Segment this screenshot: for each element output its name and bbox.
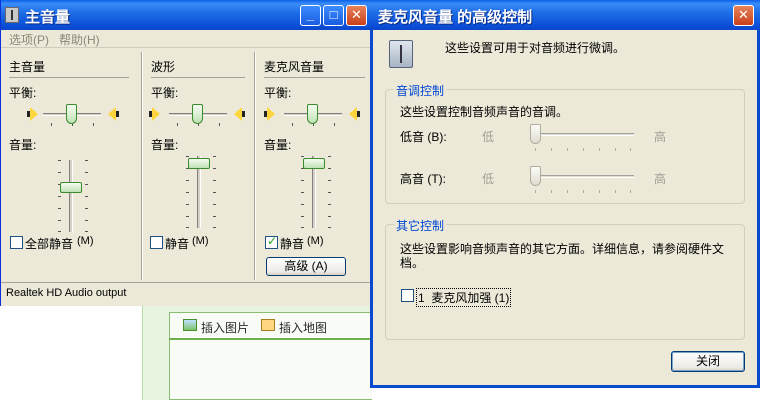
mute-checkbox[interactable] — [265, 234, 278, 249]
volume-thumb[interactable] — [188, 158, 210, 169]
treble-high-label: 高 — [654, 172, 667, 186]
status-bar: Realtek HD Audio output — [1, 282, 372, 304]
mic-boost-checkbox[interactable] — [401, 289, 414, 302]
treble-slider[interactable] — [526, 166, 636, 194]
left-speaker-icon — [264, 107, 276, 121]
dialog-close-icon[interactable]: ✕ — [733, 5, 754, 26]
volume-thumb[interactable] — [60, 182, 82, 193]
menu-bar: 选项(P) 帮助(H) — [1, 30, 372, 48]
balance-thumb[interactable] — [66, 104, 77, 124]
wave-column: 波形 平衡: 音量: 静音 (M) — [143, 52, 253, 278]
balance-label: 平衡: — [151, 86, 179, 100]
dialog-title: 麦克风音量 的高级控制 — [378, 9, 533, 26]
bass-thumb[interactable] — [530, 124, 541, 144]
group-title: 其它控制 — [394, 217, 447, 234]
mute-all-label: 全部静音 — [25, 237, 74, 251]
balance-thumb[interactable] — [307, 104, 318, 124]
mic-boost-label[interactable]: 1 麦克风加强 (1) — [416, 288, 512, 307]
status-text: Realtek HD Audio output — [6, 287, 127, 299]
balance-thumb[interactable] — [192, 104, 203, 124]
column-header: 麦克风音量 — [264, 60, 325, 74]
other-description-line2: 档。 — [400, 256, 425, 270]
background-window: 插入图片 插入地图 — [0, 306, 372, 400]
balance-label: 平衡: — [9, 86, 37, 100]
bass-slider[interactable] — [526, 124, 636, 152]
dialog-description: 这些设置可用于对音频进行微调。 — [445, 41, 626, 55]
right-speaker-icon — [348, 107, 360, 121]
toolbar-separator — [169, 338, 372, 340]
balance-slider[interactable] — [27, 104, 119, 126]
bass-low-label: 低 — [482, 130, 495, 144]
other-description-line1: 这些设置影响音频声音的其它方面。详细信息，请参阅硬件文 — [400, 242, 725, 256]
insert-image-button[interactable]: 插入图片 — [201, 319, 249, 336]
divider — [9, 77, 129, 78]
mute-all-checkbox[interactable] — [10, 236, 23, 249]
advanced-controls-dialog: 麦克风音量 的高级控制 ✕ 这些设置可用于对音频进行微调。 音调控制 这些设置控… — [370, 0, 760, 388]
right-speaker-icon — [107, 107, 119, 121]
balance-slider[interactable] — [149, 104, 249, 126]
volume-slider[interactable] — [53, 160, 93, 232]
maximize-button[interactable]: □ — [323, 5, 344, 26]
close-dialog-button[interactable]: 关闭 — [671, 351, 745, 372]
title-bar[interactable]: 主音量 _ □ ✕ — [1, 0, 372, 30]
left-speaker-icon — [27, 107, 39, 121]
volume-track — [69, 160, 73, 232]
volume-app-icon — [5, 7, 19, 23]
microphone-column: 麦克风音量 平衡: 音量: 静音 (M) 高级 (A) — [256, 52, 373, 278]
other-controls-group: 其它控制 这些设置影响音频声音的其它方面。详细信息，请参阅硬件文 档。 1 麦克… — [385, 217, 745, 340]
dialog-title-bar[interactable]: 麦克风音量 的高级控制 ✕ — [370, 0, 760, 30]
right-speaker-icon — [233, 107, 245, 121]
volume-slider[interactable] — [296, 156, 336, 228]
volume-slider[interactable] — [181, 156, 221, 228]
treble-thumb[interactable] — [530, 166, 541, 186]
mute-label: 静音 — [280, 237, 305, 251]
window-title: 主音量 — [25, 9, 71, 26]
editor-panel: 插入图片 插入地图 — [142, 306, 372, 400]
mute-shortcut: (M) — [307, 235, 324, 247]
menu-help[interactable]: 帮助(H) — [59, 31, 100, 48]
master-volume-column: 主音量 平衡: 音量: 全部静音 (M) — [1, 52, 137, 278]
mute-all-shortcut: (M) — [77, 235, 94, 247]
mute-label: 静音 — [165, 237, 190, 251]
mixer-icon — [389, 40, 413, 68]
volume-label: 音量: — [9, 138, 37, 152]
close-button[interactable]: ✕ — [346, 5, 367, 26]
tone-controls-group: 音调控制 这些设置控制音频声音的音调。 低音 (B): 低 高 高音 (T): … — [385, 82, 745, 204]
mute-checkbox[interactable] — [150, 236, 163, 249]
group-title: 音调控制 — [394, 82, 447, 99]
mute-shortcut: (M) — [192, 235, 209, 247]
balance-label: 平衡: — [264, 86, 292, 100]
volume-control-window: 主音量 _ □ ✕ 选项(P) 帮助(H) 主音量 平衡: 音量: 全部静音 (… — [0, 0, 372, 306]
treble-low-label: 低 — [482, 172, 495, 186]
menu-options[interactable]: 选项(P) — [9, 31, 49, 48]
insert-image-icon[interactable] — [183, 319, 197, 331]
bass-label: 低音 (B): — [400, 130, 447, 144]
volume-label: 音量: — [151, 138, 179, 152]
minimize-button[interactable]: _ — [300, 5, 321, 26]
advanced-button[interactable]: 高级 (A) — [266, 257, 346, 276]
volume-label: 音量: — [264, 138, 292, 152]
volume-thumb[interactable] — [303, 158, 325, 169]
column-header: 波形 — [151, 60, 176, 74]
insert-map-icon[interactable] — [261, 319, 275, 331]
left-speaker-icon — [149, 107, 161, 121]
balance-slider[interactable] — [264, 104, 364, 126]
treble-label: 高音 (T): — [400, 172, 446, 186]
tone-description: 这些设置控制音频声音的音调。 — [400, 105, 569, 119]
divider — [264, 77, 365, 78]
column-header: 主音量 — [9, 60, 46, 74]
insert-map-button[interactable]: 插入地图 — [279, 319, 327, 336]
divider — [151, 77, 245, 78]
bass-high-label: 高 — [654, 130, 667, 144]
